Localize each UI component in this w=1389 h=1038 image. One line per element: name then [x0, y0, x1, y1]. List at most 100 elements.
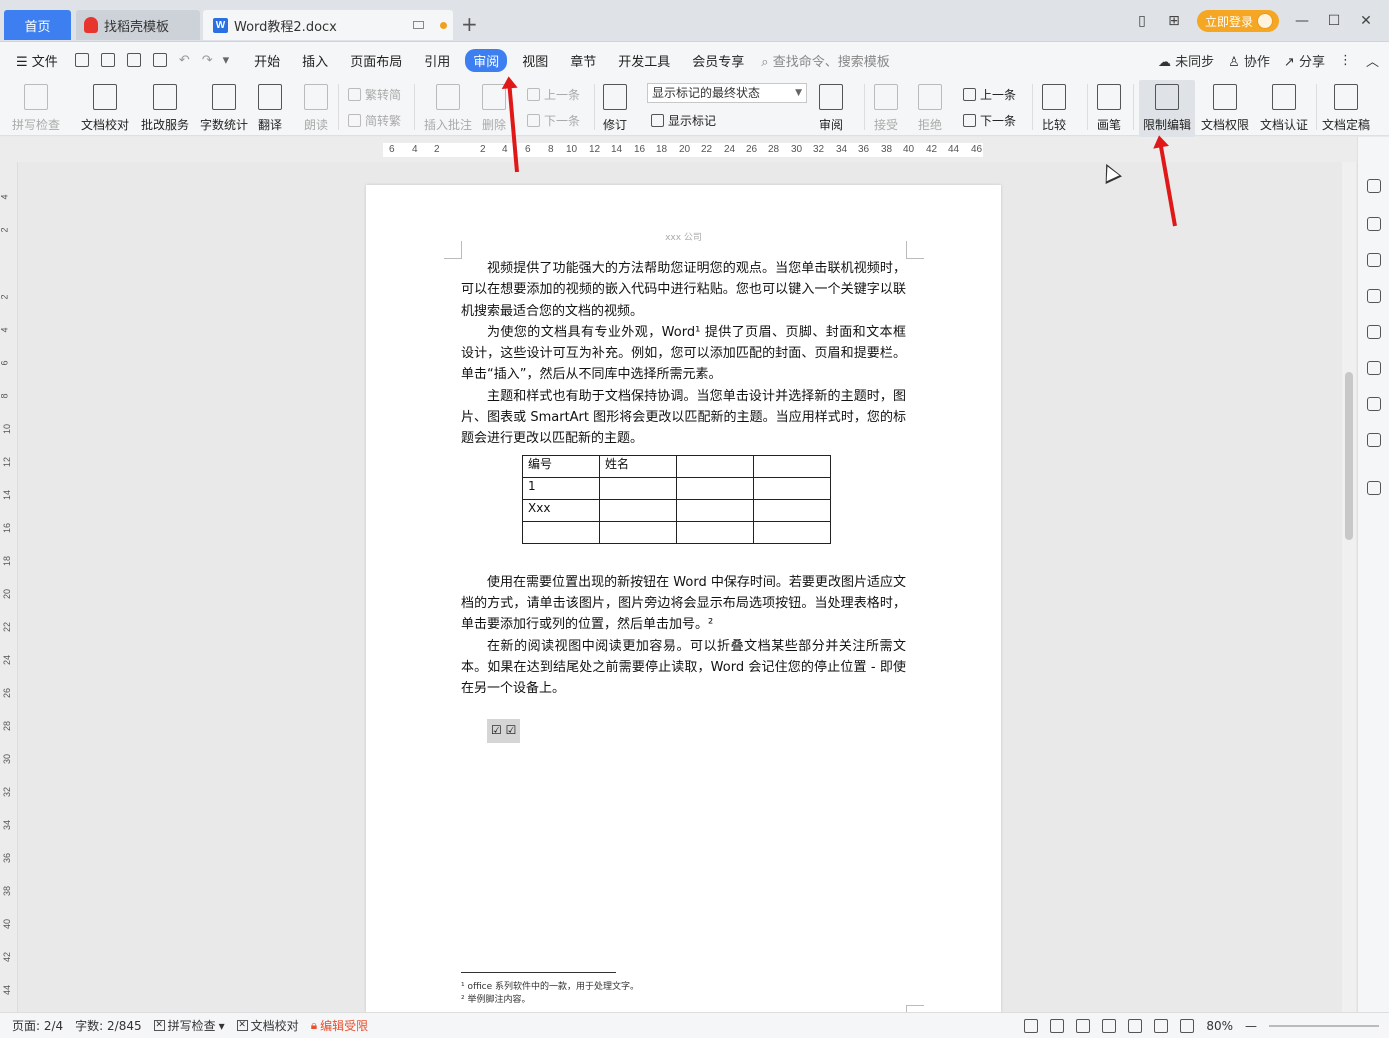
menu-layout[interactable]: 页面布局 [339, 51, 413, 70]
table-cell[interactable]: 编号 [522, 454, 600, 478]
checkbox-field[interactable]: ☑ ☑ [487, 719, 521, 743]
page-indicator[interactable]: 页面: 2/4 [12, 1017, 63, 1034]
edit-restricted-status[interactable]: 🔒︎ 编辑受限 [311, 1017, 368, 1034]
table-cell[interactable] [753, 520, 831, 544]
login-button[interactable]: 立即登录 [1196, 10, 1279, 32]
outline-view-icon[interactable] [1076, 1019, 1091, 1033]
sync-button[interactable]: ☁ 未同步 [1158, 51, 1214, 70]
pen-edit-icon[interactable] [1367, 217, 1381, 231]
read-aloud-button[interactable]: 朗读 [304, 80, 328, 133]
review-pane-button[interactable]: 审阅 [819, 80, 843, 133]
markup-state-select[interactable]: 显示标记的最终状态 ▼ [647, 83, 807, 103]
page-view-icon[interactable] [1050, 1019, 1065, 1033]
table-cell[interactable] [676, 520, 754, 544]
menu-view[interactable]: 视图 [511, 51, 559, 70]
command-search[interactable]: ⌕ 查找命令、搜索模板 [761, 51, 889, 70]
eye-icon[interactable] [1024, 1019, 1039, 1033]
restrict-editing-button[interactable]: 限制编辑 [1139, 80, 1196, 137]
tab-template[interactable]: 找稻壳模板 [76, 10, 200, 40]
compare-button[interactable]: 比较 [1042, 80, 1066, 133]
redo-icon[interactable]: ↷ [196, 53, 219, 68]
collab-button[interactable]: ♙ 协作 [1228, 51, 1270, 70]
layout-icon[interactable]: ▯ [1133, 13, 1151, 29]
menu-member[interactable]: 会员专享 [681, 51, 755, 70]
doc-finalize-button[interactable]: 文档定稿 [1322, 80, 1370, 133]
prev-comment-button[interactable]: 上一条 [527, 86, 580, 103]
table-cell[interactable] [753, 454, 831, 478]
more-icon[interactable]: ⋮ [1339, 53, 1352, 68]
save-icon[interactable] [74, 53, 89, 67]
reading-view-icon[interactable] [1102, 1019, 1117, 1033]
zoom-level[interactable]: 80% [1206, 1019, 1233, 1033]
zoom-out-icon[interactable]: — [1245, 1019, 1257, 1033]
write-view-icon[interactable] [1154, 1019, 1169, 1033]
table-cell[interactable] [676, 498, 754, 522]
compass-icon[interactable] [1367, 397, 1381, 411]
lock-icon[interactable] [1367, 481, 1381, 495]
sliders-icon[interactable] [1367, 289, 1381, 303]
print-preview-icon[interactable] [152, 53, 167, 67]
table-cell[interactable] [676, 476, 754, 500]
pen-button[interactable]: 画笔 [1097, 80, 1121, 133]
menu-section[interactable]: 章节 [559, 51, 607, 70]
scrollbar-thumb[interactable] [1345, 372, 1353, 540]
menu-developer[interactable]: 开发工具 [607, 51, 681, 70]
share-button[interactable]: ↗ 分享 [1284, 51, 1325, 70]
track-changes-button[interactable]: 修订 [603, 80, 627, 133]
wordcount-button[interactable]: 字数统计 [200, 80, 248, 133]
book-icon[interactable] [1367, 433, 1381, 447]
display-icon[interactable] [412, 21, 424, 29]
proofread-status[interactable]: ✕ 文档校对 [236, 1017, 299, 1034]
rocket-icon[interactable] [1367, 179, 1381, 193]
document-page[interactable]: xxx 公司 视频提供了功能强大的方法帮助您证明您的观点。当您单击联机视频时，可… [366, 185, 1001, 1023]
correction-service-button[interactable]: 批改服务 [141, 80, 189, 133]
collapse-ribbon-icon[interactable]: ︿ [1366, 51, 1379, 70]
simp-to-trad-button[interactable]: 简转繁 [348, 112, 401, 129]
menu-insert[interactable]: 插入 [291, 51, 339, 70]
table-cell[interactable] [753, 476, 831, 500]
accept-button[interactable]: 接受 [874, 80, 898, 133]
document-body[interactable]: 视频提供了功能强大的方法帮助您证明您的观点。当您单击联机视频时，可以在想要添加的… [461, 258, 906, 743]
proofread-button[interactable]: 文档校对 [81, 80, 129, 133]
web-view-icon[interactable] [1128, 1019, 1143, 1033]
vertical-scrollbar[interactable] [1342, 162, 1356, 1012]
table-cell[interactable] [676, 454, 754, 478]
table-cell[interactable]: Xxx [522, 498, 600, 522]
table-cell[interactable] [599, 520, 677, 544]
undo-icon[interactable]: ↶ [173, 53, 196, 68]
menu-references[interactable]: 引用 [413, 51, 461, 70]
apps-grid-icon[interactable]: ⊞ [1165, 13, 1183, 29]
zoom-slider[interactable] [1269, 1025, 1379, 1027]
menu-review[interactable]: 审阅 [465, 48, 508, 72]
fit-page-icon[interactable] [1180, 1019, 1195, 1033]
print-icon[interactable] [126, 53, 141, 67]
menu-file[interactable]: ☰ 文件 [0, 51, 69, 70]
next-comment-button[interactable]: 下一条 [527, 112, 580, 129]
document-table[interactable]: 编号 姓名 1 Xxx [522, 454, 831, 544]
doc-permission-button[interactable]: 文档权限 [1201, 80, 1249, 133]
reject-button[interactable]: 拒绝 [918, 80, 942, 133]
pointer-icon[interactable] [1367, 253, 1381, 267]
spellcheck-button[interactable]: 拼写检查 [12, 80, 60, 133]
table-cell[interactable]: 1 [522, 476, 600, 500]
cloud-backup-icon[interactable] [1367, 361, 1381, 375]
table-cell[interactable] [599, 476, 677, 500]
table-cell[interactable] [522, 520, 600, 544]
close-icon[interactable]: ✕ [1357, 13, 1375, 29]
maximize-icon[interactable]: ☐ [1325, 13, 1343, 29]
table-cell[interactable] [753, 498, 831, 522]
minimize-icon[interactable]: — [1293, 13, 1311, 29]
trad-to-simp-button[interactable]: 繁转简 [348, 86, 401, 103]
help-icon[interactable] [1367, 325, 1381, 339]
table-cell[interactable] [599, 498, 677, 522]
doc-certify-button[interactable]: 文档认证 [1260, 80, 1308, 133]
export-pdf-icon[interactable] [100, 53, 115, 67]
tab-home[interactable]: 首页 [4, 10, 71, 40]
show-markup-button[interactable]: 显示标记 [651, 112, 716, 129]
insert-comment-button[interactable]: 插入批注 [424, 80, 472, 133]
tab-document[interactable]: W Word教程2.docx [203, 10, 453, 40]
customize-quickbar-icon[interactable]: ▾ [219, 53, 244, 68]
menu-home[interactable]: 开始 [243, 51, 291, 70]
new-tab-button[interactable]: + [461, 12, 478, 36]
word-count[interactable]: 字数: 2/845 [75, 1017, 141, 1034]
